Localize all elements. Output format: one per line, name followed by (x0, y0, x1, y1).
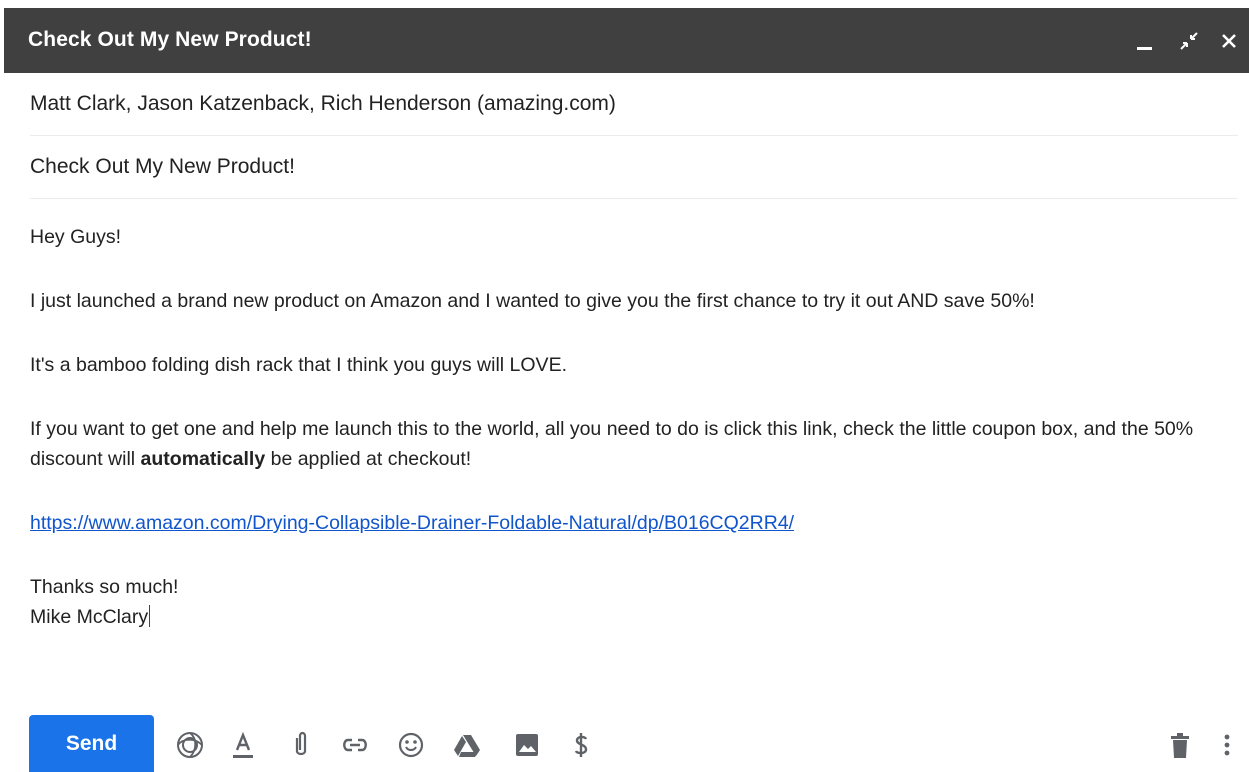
exit-fullscreen-icon[interactable] (1178, 30, 1200, 52)
attach-icon[interactable] (286, 730, 316, 760)
recipients-text: Matt Clark, Jason Katzenback, Rich Hende… (30, 92, 616, 115)
body-paragraph: It's a bamboo folding dish rack that I t… (30, 354, 567, 376)
send-button[interactable]: Send (29, 715, 154, 772)
templates-icon[interactable] (175, 730, 205, 760)
minimize-icon[interactable] (1134, 30, 1156, 52)
emoji-icon[interactable] (396, 730, 426, 760)
trash-icon[interactable] (1165, 730, 1195, 760)
subject-text: Check Out My New Product! (30, 155, 295, 178)
product-link[interactable]: https://www.amazon.com/Drying-Collapsibl… (30, 512, 794, 534)
body-paragraph: I just launched a brand new product on A… (30, 290, 1035, 312)
bold-text: automatically (140, 448, 266, 470)
signature-line: Mike McClary (30, 602, 1240, 632)
more-options-icon[interactable] (1212, 730, 1242, 760)
formatting-icon[interactable] (228, 730, 258, 760)
signoff-line: Thanks so much! (30, 576, 179, 598)
close-icon[interactable] (1218, 30, 1240, 52)
compose-title-bar[interactable]: Check Out My New Product! (4, 8, 1249, 73)
photo-icon[interactable] (512, 730, 542, 760)
compose-title: Check Out My New Product! (28, 28, 312, 51)
paragraph-text: be applied at checkout! (265, 448, 472, 470)
body-paragraph: If you want to get one and help me launc… (30, 414, 1240, 474)
dollar-icon[interactable] (566, 730, 596, 760)
greeting-line: Hey Guys! (30, 226, 122, 248)
subject-field[interactable]: Check Out My New Product! (30, 155, 1238, 199)
signature-text: Mike McClary (30, 606, 149, 628)
text-caret (149, 605, 151, 627)
drive-icon[interactable] (452, 730, 482, 760)
message-body[interactable]: Hey Guys! I just launched a brand new pr… (30, 222, 1240, 632)
recipients-field[interactable]: Matt Clark, Jason Katzenback, Rich Hende… (30, 92, 1238, 136)
link-icon[interactable] (340, 730, 370, 760)
